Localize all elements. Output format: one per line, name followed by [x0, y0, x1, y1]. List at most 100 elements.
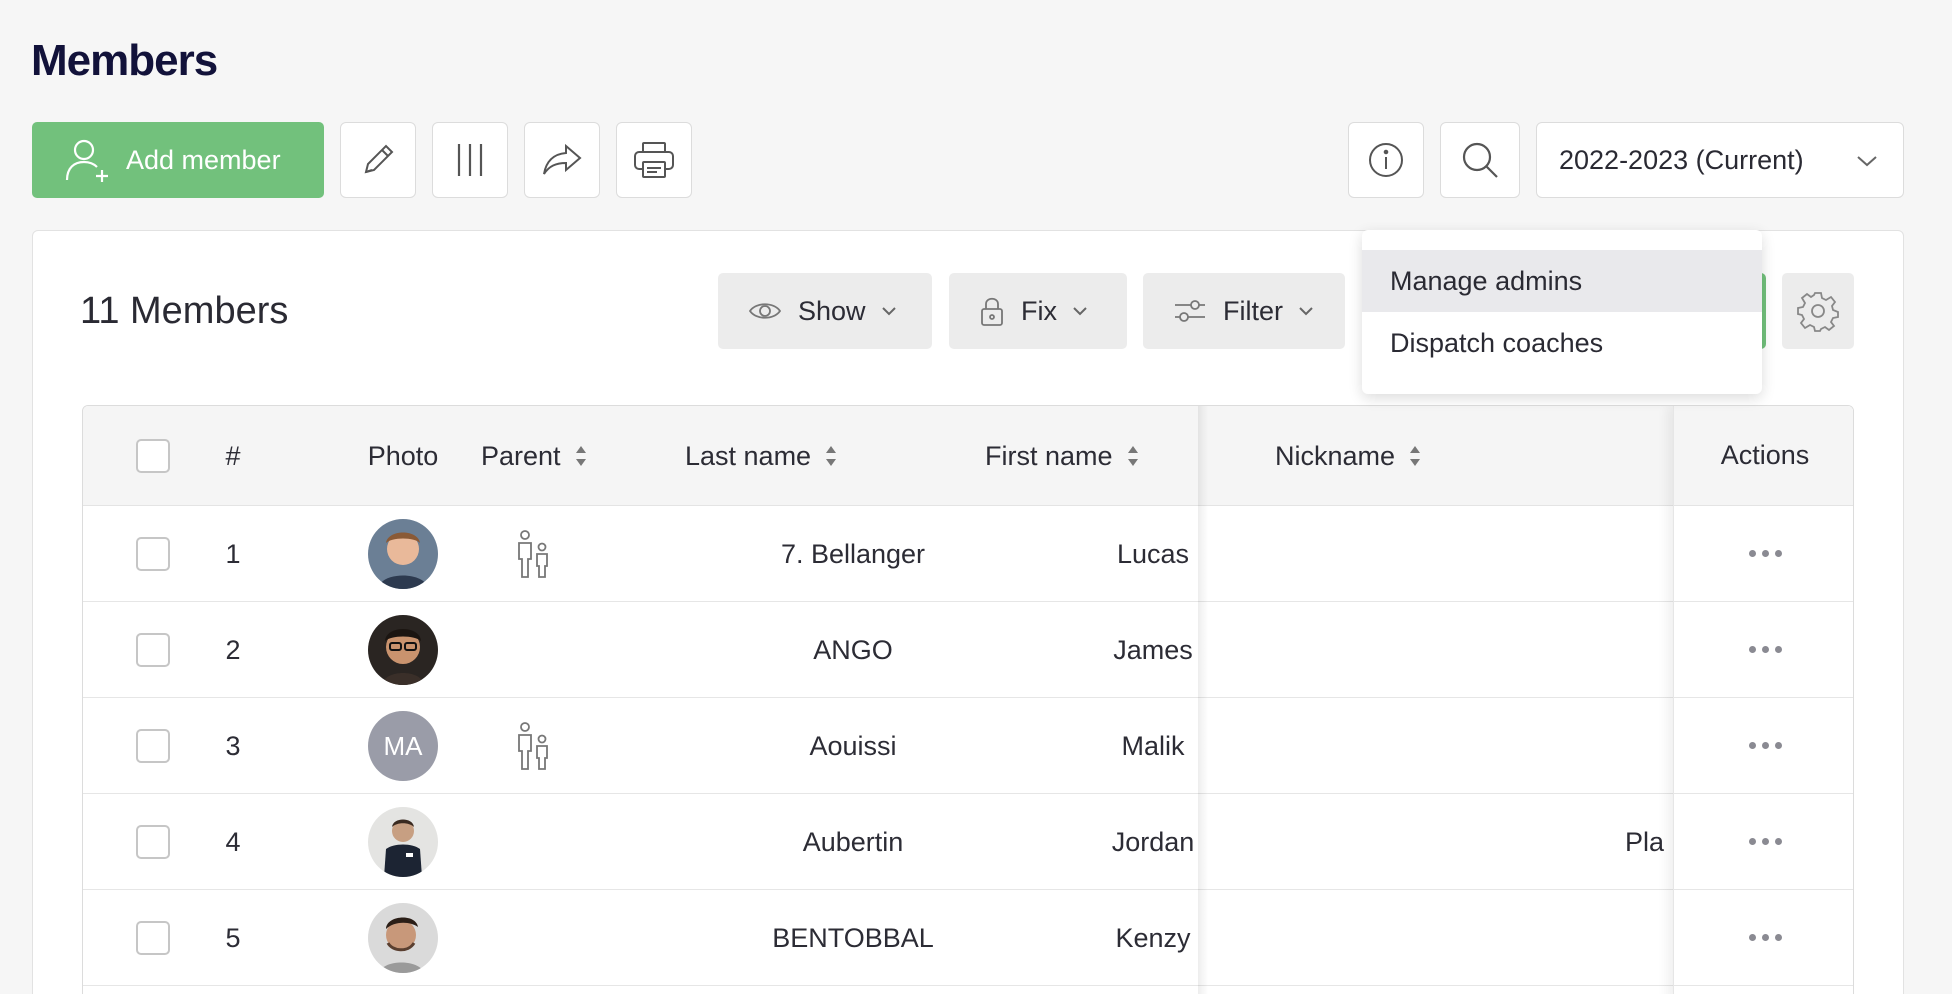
search-icon [1462, 142, 1498, 178]
table-row[interactable]: 5 BENTOBBAL Kenzy [83, 890, 1853, 986]
row-photo-cell [333, 602, 473, 698]
parent-icon[interactable] [515, 721, 551, 771]
avatar[interactable] [368, 519, 438, 589]
members-count: 11 Members [80, 290, 289, 332]
col-nickname-label: Nickname [1275, 440, 1396, 471]
menu-item-manage-admins[interactable]: Manage admins [1362, 250, 1762, 312]
columns-button[interactable] [432, 122, 508, 198]
more-actions-icon[interactable] [1748, 646, 1782, 653]
share-button[interactable] [524, 122, 600, 198]
table-row[interactable]: 3 MA Aouissi Malik [83, 698, 1853, 794]
fix-button[interactable]: Fix [949, 273, 1127, 349]
more-actions-icon[interactable] [1748, 550, 1782, 557]
chevron-down-icon [1297, 302, 1315, 320]
row-first-name: James [1113, 634, 1193, 665]
row-select-cell [123, 698, 183, 794]
search-button[interactable] [1440, 122, 1520, 198]
eye-icon [748, 299, 782, 323]
row-photo-cell [333, 890, 473, 986]
chevron-down-icon [1857, 156, 1877, 167]
row-first-name: Malik [1121, 730, 1185, 761]
row-actions-cell [1674, 506, 1853, 602]
row-actions-cell [1674, 890, 1853, 986]
row-number: 4 [225, 826, 241, 857]
show-label: Show [798, 295, 866, 326]
info-button[interactable] [1348, 122, 1424, 198]
select-all-cell [123, 406, 183, 506]
add-member-button[interactable]: Add member [32, 122, 324, 198]
add-user-icon [65, 139, 108, 182]
settings-button[interactable] [1782, 273, 1854, 349]
members-table: # Photo Parent Last name First name Nick… [82, 405, 1854, 994]
col-last-name-label: Last name [685, 440, 812, 471]
more-actions-icon[interactable] [1748, 838, 1782, 845]
select-all-checkbox[interactable] [136, 439, 170, 473]
sort-icon [825, 444, 837, 468]
avatar[interactable]: MA [368, 711, 438, 781]
sort-icon [1127, 444, 1139, 468]
col-photo: Photo [367, 440, 439, 471]
actions-column: Actions [1673, 406, 1853, 994]
sort-icon [1409, 444, 1421, 468]
row-photo-cell: MA [333, 698, 473, 794]
sort-icon [575, 444, 587, 468]
col-first-name-label: First name [985, 440, 1113, 471]
page-title: Members [31, 36, 218, 85]
row-first-name: Lucas [1116, 538, 1190, 569]
row-number: 2 [225, 634, 241, 665]
info-icon [1369, 143, 1403, 177]
row-select-cell [123, 890, 183, 986]
lock-icon [979, 295, 1005, 327]
chevron-down-icon [1071, 302, 1089, 320]
season-select[interactable]: 2022-2023 (Current) [1536, 122, 1904, 198]
frozen-columns-divider [1198, 406, 1208, 994]
table-row[interactable]: 4 Aubertin Jordan Pla [83, 794, 1853, 890]
row-actions-cell [1674, 602, 1853, 698]
chevron-down-icon [880, 302, 898, 320]
fix-label: Fix [1021, 295, 1057, 326]
row-number: 1 [225, 538, 241, 569]
add-member-label: Add member [126, 144, 281, 175]
row-first-name: Kenzy [1115, 922, 1191, 953]
row-actions-cell [1674, 794, 1853, 890]
share-icon [543, 143, 582, 175]
menu-item-dispatch-coaches[interactable]: Dispatch coaches [1362, 312, 1762, 374]
row-number: 3 [225, 730, 241, 761]
parent-cell [463, 506, 603, 602]
col-parent-label: Parent [481, 440, 561, 471]
col-parent[interactable]: Parent [481, 406, 587, 506]
filter-label: Filter [1223, 295, 1283, 326]
table-row[interactable]: 2 ANGO James [83, 602, 1853, 698]
col-nickname[interactable]: Nickname [1275, 406, 1421, 506]
actions-dropdown-menu: Manage admins Dispatch coaches [1362, 230, 1762, 394]
show-button[interactable]: Show [718, 273, 932, 349]
more-actions-icon[interactable] [1748, 934, 1782, 941]
row-checkbox[interactable] [136, 921, 170, 955]
print-button[interactable] [616, 122, 692, 198]
printer-icon [634, 142, 674, 178]
pencil-icon [364, 144, 394, 174]
row-checkbox[interactable] [136, 537, 170, 571]
row-photo-cell [333, 794, 473, 890]
row-checkbox[interactable] [136, 729, 170, 763]
row-photo-cell [333, 506, 473, 602]
parent-icon[interactable] [515, 529, 551, 579]
row-select-cell [123, 602, 183, 698]
gear-icon [1797, 292, 1839, 332]
avatar[interactable] [368, 903, 438, 973]
avatar[interactable] [368, 615, 438, 685]
avatar[interactable] [368, 807, 438, 877]
columns-icon [457, 144, 483, 176]
table-row[interactable]: 1 7. Bellanger Lucas [83, 506, 1853, 602]
row-checkbox[interactable] [136, 633, 170, 667]
row-select-cell [123, 794, 183, 890]
row-actions-cell [1674, 698, 1853, 794]
more-actions-icon[interactable] [1748, 742, 1782, 749]
edit-button[interactable] [340, 122, 416, 198]
col-first-name[interactable]: First name [985, 406, 1139, 506]
row-select-cell [123, 506, 183, 602]
row-checkbox[interactable] [136, 825, 170, 859]
table-header: # Photo Parent Last name First name Nick… [83, 406, 1853, 506]
col-last-name[interactable]: Last name [685, 406, 837, 506]
filter-button[interactable]: Filter [1143, 273, 1345, 349]
